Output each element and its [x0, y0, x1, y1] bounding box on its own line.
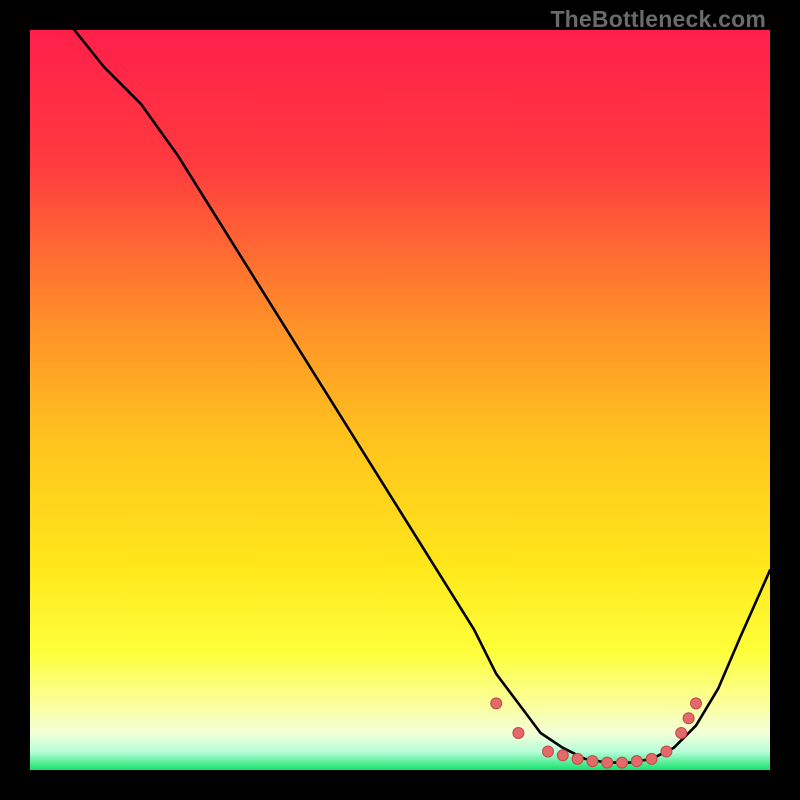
highlight-dot [631, 756, 642, 767]
highlight-dot [587, 756, 598, 767]
highlight-dot [557, 750, 568, 761]
highlight-dot [676, 728, 687, 739]
chart-svg [30, 30, 770, 770]
highlight-dot [602, 757, 613, 768]
highlight-dot [491, 698, 502, 709]
highlight-dot [691, 698, 702, 709]
curve-path [74, 30, 770, 763]
chart-frame [30, 30, 770, 770]
highlight-dot [543, 746, 554, 757]
highlight-dot [661, 746, 672, 757]
highlight-dot [617, 757, 628, 768]
highlight-dot [646, 753, 657, 764]
bottleneck-curve [74, 30, 770, 763]
highlight-dot [683, 713, 694, 724]
highlight-dot [572, 753, 583, 764]
watermark-text: TheBottleneck.com [550, 6, 766, 33]
highlight-dot [513, 728, 524, 739]
